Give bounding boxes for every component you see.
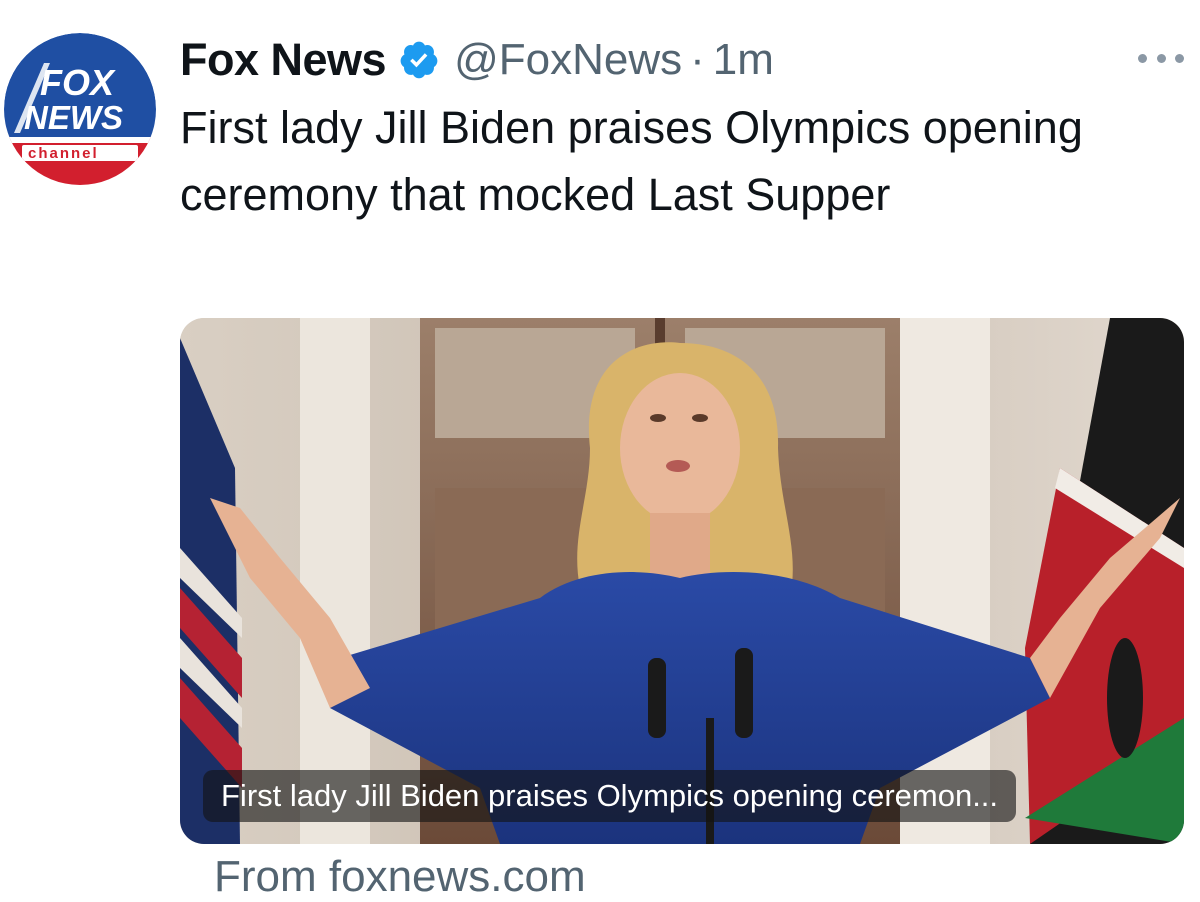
jill-biden-photo (180, 318, 1184, 844)
author-name[interactable]: Fox News (180, 34, 387, 86)
author-handle[interactable]: @FoxNews (454, 35, 682, 85)
timestamp[interactable]: 1m (713, 35, 774, 85)
logo-text-channel: channel (28, 145, 99, 162)
more-options-icon[interactable] (1138, 46, 1184, 70)
tweet-text: First lady Jill Biden praises Olympics o… (180, 102, 1083, 220)
verified-badge-icon (398, 39, 440, 81)
fox-news-logo: FOX NEWS channel (4, 33, 156, 185)
link-card-caption: First lady Jill Biden praises Olympics o… (203, 770, 1017, 822)
avatar[interactable]: FOX NEWS channel (4, 33, 156, 185)
logo-text-fox: FOX (40, 62, 116, 103)
logo-text-news: NEWS (24, 99, 123, 136)
link-card-image[interactable] (180, 318, 1184, 844)
link-card-source[interactable]: From foxnews.com (214, 852, 586, 902)
tweet-header: Fox News @FoxNews · 1m (180, 30, 774, 90)
separator-dot: · (690, 35, 705, 84)
